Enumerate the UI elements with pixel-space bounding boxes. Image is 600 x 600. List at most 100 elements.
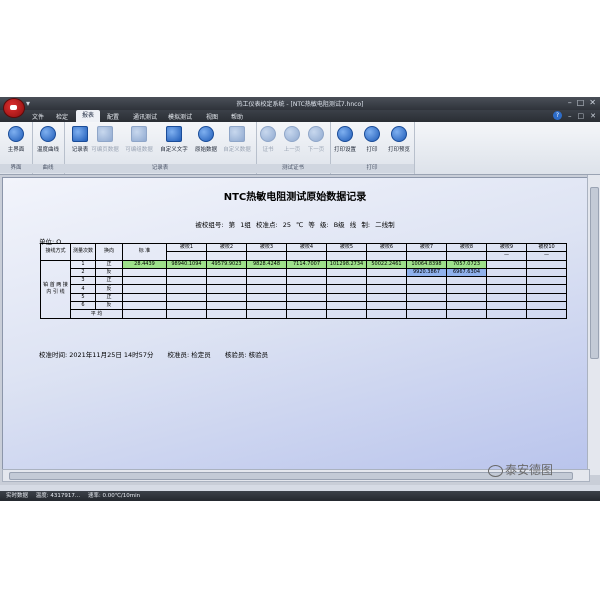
header-device: 被校9 xyxy=(486,242,527,253)
arrow-left-icon xyxy=(284,126,300,142)
app-logo-icon[interactable] xyxy=(3,98,25,118)
average-cell xyxy=(166,309,207,319)
ribbon-close-icon[interactable]: ✕ xyxy=(590,111,596,121)
average-cell xyxy=(246,309,287,319)
header-device: 被校8 xyxy=(446,242,487,253)
standard-cell xyxy=(122,301,167,311)
menu-bar: 文件 检定 报表 配置 通讯测试 模拟测试 视图 帮助 ? – □ ✕ xyxy=(0,110,600,122)
group-label-certificate: 测试证书 xyxy=(256,164,330,173)
wiring-cell: 铂 首 两 接 内 引 线 xyxy=(40,259,71,319)
window-controls: – □ ✕ xyxy=(568,98,596,108)
subheader-cell xyxy=(406,251,447,261)
count-cell: 5 xyxy=(70,292,96,303)
raw-data-button[interactable]: 原始数据 xyxy=(191,125,221,161)
menu-file[interactable]: 文件 xyxy=(32,112,44,121)
certificate-icon xyxy=(260,126,276,142)
maximize-button[interactable]: □ xyxy=(577,98,585,108)
menu-sim-test[interactable]: 模拟测试 xyxy=(168,112,192,121)
curve-icon xyxy=(40,126,56,142)
average-cell xyxy=(206,309,247,319)
value-cell xyxy=(166,284,207,294)
standard-cell xyxy=(122,292,167,303)
subheader-cell xyxy=(206,251,247,261)
group-label-curve: 曲线 xyxy=(32,164,64,173)
menu-comm-test[interactable]: 通讯测试 xyxy=(133,112,157,121)
value-cell xyxy=(446,301,487,311)
direction-cell: 反 xyxy=(95,267,123,278)
menu-calibrate[interactable]: 检定 xyxy=(56,112,68,121)
direction-cell: 反 xyxy=(95,284,123,294)
print-preview-button[interactable]: 打印预览 xyxy=(384,125,414,161)
main-screen-button[interactable]: 主界面 xyxy=(1,125,31,161)
raw-data-icon xyxy=(198,126,214,142)
standard-cell: 28.4439 xyxy=(122,259,167,269)
gear-icon xyxy=(337,126,353,142)
value-cell xyxy=(486,267,527,278)
value-cell xyxy=(286,276,327,286)
ribbon-restore-icon[interactable]: □ xyxy=(578,111,585,121)
report-title: NTC热敏电阻测试原始数据记录 xyxy=(223,192,367,203)
value-cell xyxy=(166,301,207,311)
direction-cell: 反 xyxy=(95,301,123,311)
value-cell xyxy=(246,267,287,278)
value-cell xyxy=(446,284,487,294)
print-button[interactable]: 打印 xyxy=(357,125,387,161)
value-cell xyxy=(166,276,207,286)
wechat-icon xyxy=(488,464,503,477)
menu-help[interactable]: 帮助 xyxy=(231,112,243,121)
menu-view[interactable]: 视图 xyxy=(206,112,218,121)
menu-report[interactable]: 报表 xyxy=(76,110,101,122)
help-icon[interactable]: ? xyxy=(553,111,562,120)
minimize-button[interactable]: – xyxy=(568,98,572,108)
value-cell xyxy=(206,292,247,303)
direction-cell: 正 xyxy=(95,259,123,269)
count-cell: 1 xyxy=(70,259,96,269)
ribbon: 主界面 界面 温度曲线 曲线 记录表 可编页数据 可编组数据 自定义文字 原始数… xyxy=(0,122,600,175)
prev-page-button[interactable]: 上一页 xyxy=(280,125,304,161)
printer-icon xyxy=(364,126,380,142)
value-cell: 101298.2734 xyxy=(326,259,367,269)
value-cell xyxy=(326,276,367,286)
group-label-records: 记录表 xyxy=(64,164,256,173)
value-cell xyxy=(326,292,367,303)
app-window: ▾ 热工仪表校定系统 - [NTC热敏电阻测试7.hnco] – □ ✕ 文件 … xyxy=(0,97,600,501)
table-row: 3正 xyxy=(41,276,567,286)
temp-curve-button[interactable]: 温度曲线 xyxy=(33,125,63,161)
value-cell xyxy=(326,301,367,311)
value-cell: 7114.7007 xyxy=(286,259,327,269)
header-count: 测量次数 xyxy=(70,243,96,261)
editable-page-data-button[interactable]: 可编页数据 xyxy=(90,125,120,161)
status-bar: 实时数据 温度: 4317917... 速率: 0.00℃/10min xyxy=(0,491,600,501)
page-data-icon xyxy=(97,126,113,142)
custom-text-button[interactable]: 自定义文字 xyxy=(159,125,189,161)
value-cell: 9828.4248 xyxy=(246,259,287,269)
ribbon-minimize-icon[interactable]: – xyxy=(568,111,572,121)
value-cell xyxy=(206,267,247,278)
menu-config[interactable]: 配置 xyxy=(107,112,119,121)
value-cell xyxy=(206,301,247,311)
header-device: 被校1 xyxy=(166,242,207,253)
print-settings-button[interactable]: 打印设置 xyxy=(330,125,360,161)
average-cell xyxy=(406,309,447,319)
window-title: 热工仪表校定系统 - [NTC热敏电阻测试7.hnco] xyxy=(236,101,364,108)
value-cell: 50022.2461 xyxy=(366,259,407,269)
next-page-button[interactable]: 下一页 xyxy=(304,125,328,161)
group-certificate: 证书 上一页 下一页 测试证书 xyxy=(256,122,331,174)
custom-data-button[interactable]: 自定义数据 xyxy=(222,125,252,161)
table-row: 6反 xyxy=(41,301,567,311)
value-cell xyxy=(366,284,407,294)
value-cell xyxy=(246,301,287,311)
document-area: NTC热敏电阻测试原始数据记录 被校组号: 第 1组 校准点: 25 ℃ 等 级… xyxy=(0,175,600,485)
certificate-button[interactable]: 证书 xyxy=(256,125,280,161)
vertical-scrollbar[interactable] xyxy=(587,175,600,475)
editable-group-data-button[interactable]: 可编组数据 xyxy=(124,125,154,161)
standard-cell xyxy=(122,276,167,286)
vertical-scroll-thumb[interactable] xyxy=(590,187,599,359)
value-cell: 10064.8398 xyxy=(406,259,447,269)
value-cell: 7057.0723 xyxy=(446,259,487,269)
header-standard: 标 准 xyxy=(122,243,167,261)
close-button[interactable]: ✕ xyxy=(589,98,596,108)
value-cell xyxy=(366,292,407,303)
subheader-cell: — xyxy=(486,251,527,261)
value-cell xyxy=(206,276,247,286)
